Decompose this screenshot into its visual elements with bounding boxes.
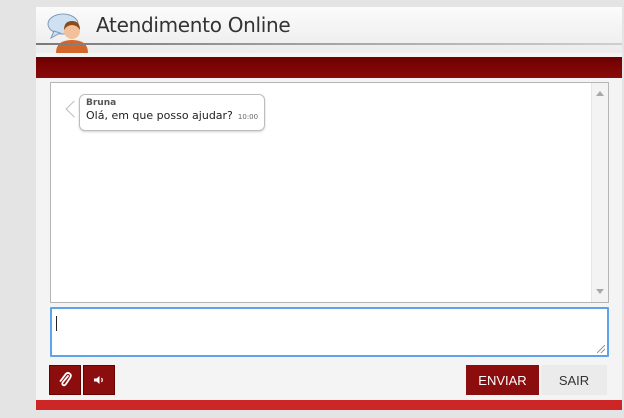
- attach-button[interactable]: [49, 365, 81, 395]
- header-bar: [36, 57, 622, 78]
- scroll-up-arrow-icon[interactable]: [596, 91, 604, 96]
- support-agent-icon: [47, 13, 88, 53]
- scroll-down-arrow-icon[interactable]: [596, 289, 604, 294]
- message-time: 10:00: [237, 113, 259, 121]
- message-sender: Bruna: [86, 98, 117, 108]
- text-caret: [56, 316, 57, 331]
- chat-scrollbar[interactable]: [591, 83, 608, 302]
- paperclip-icon: [59, 372, 72, 387]
- send-button[interactable]: ENVIAR: [466, 365, 539, 395]
- chat-history[interactable]: Bruna Olá, em que posso ajudar? 10:00: [50, 82, 609, 303]
- message-input[interactable]: [50, 307, 609, 357]
- sound-button[interactable]: [83, 365, 115, 395]
- message-text: Olá, em que posso ajudar?: [86, 109, 233, 122]
- page-title: Atendimento Online: [96, 13, 291, 37]
- chat-window: Atendimento Online Bruna Olá, em que pos…: [36, 7, 622, 410]
- header: Atendimento Online: [36, 7, 622, 53]
- resize-grip-icon[interactable]: [597, 345, 605, 353]
- exit-button[interactable]: SAIR: [541, 365, 607, 395]
- message-bubble: Bruna Olá, em que posso ajudar? 10:00: [79, 94, 266, 131]
- speaker-icon: [94, 376, 103, 384]
- header-divider: [36, 43, 622, 45]
- footer-bar: [36, 400, 622, 410]
